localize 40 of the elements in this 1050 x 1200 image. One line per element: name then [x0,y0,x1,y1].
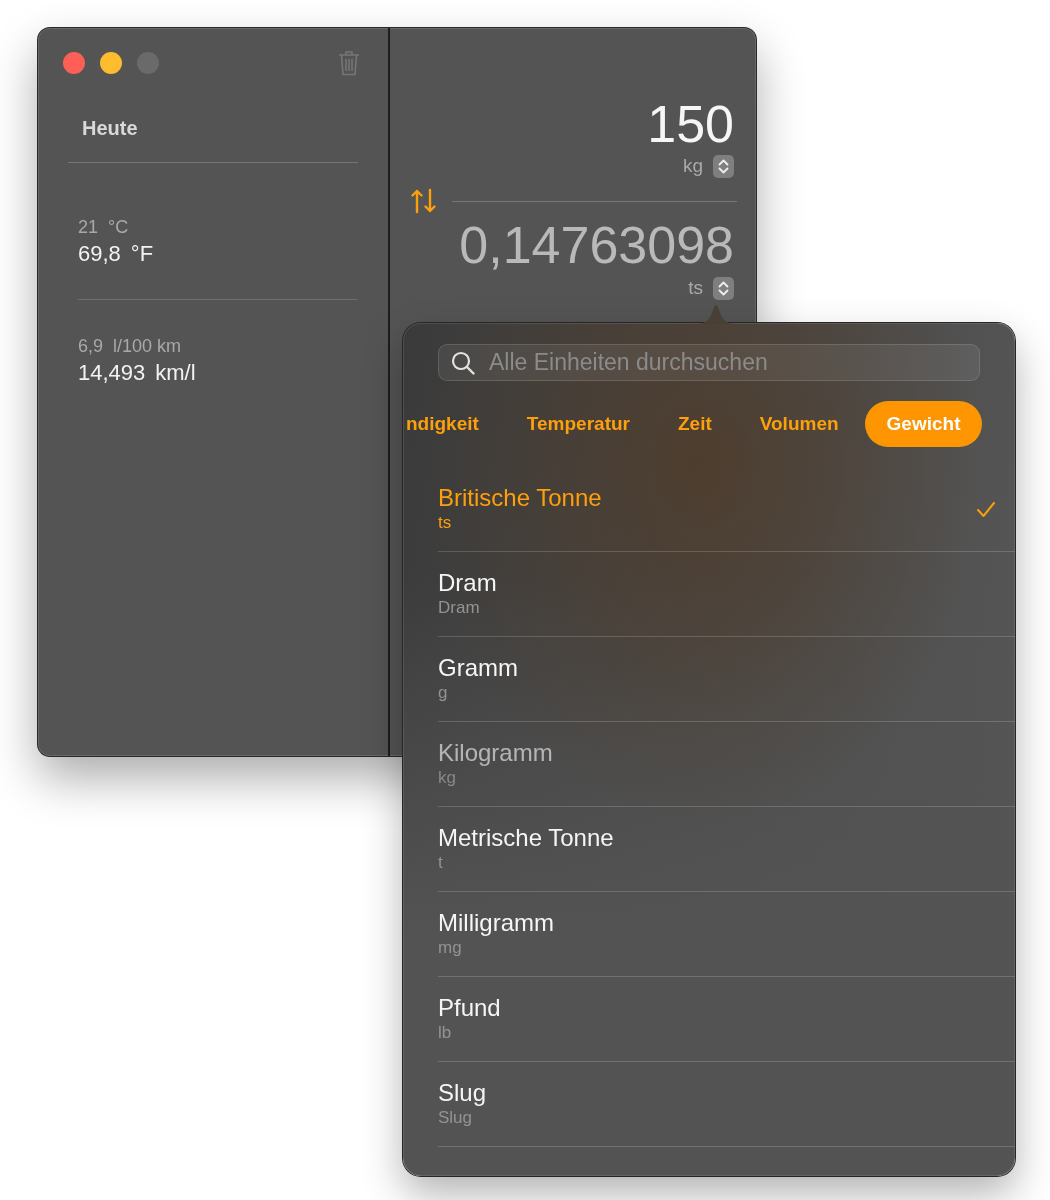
category-tab[interactable]: Zeit [655,401,734,447]
stepper-icon[interactable] [713,154,734,178]
unit-symbol: Slug [438,1107,473,1129]
unit-symbol: t [438,852,443,874]
unit-name[interactable]: Pfund [438,994,501,1022]
unit-symbol: Dram [438,597,480,619]
unit-symbol: lb [438,1022,452,1044]
unit-text: °C [108,216,129,239]
category-tab[interactable]: ndigkeit [403,401,501,447]
unit-name[interactable]: Dram [438,569,497,597]
swap-arrows-icon[interactable] [410,188,438,214]
unit-text: l/100 km [113,335,182,358]
output-value: 0,14763098 [458,215,734,275]
unit-symbol: kg [438,767,456,789]
unit-name[interactable]: Metrische Tonne [438,824,614,852]
checkmark-icon [976,500,996,518]
search-icon [451,351,475,375]
unit-text: °F [130,240,154,268]
unit-symbol: mg [438,937,462,959]
unit-text: ts [688,276,703,300]
category-tab[interactable]: Temperatur [504,401,652,447]
input-value: 150 [646,94,734,154]
category-tab[interactable]: Volumen [737,401,861,447]
unit-symbol: ts [438,512,452,534]
unit-name[interactable]: Slug [438,1079,487,1107]
unit-name[interactable]: Milligramm [438,909,554,937]
value-text: 6,9 [78,335,104,358]
value-text: 14,493 [78,359,146,387]
stepper-icon[interactable] [713,276,734,300]
minimize-button[interactable] [100,52,122,74]
value-text: 21 [78,216,99,239]
unit-text: kg [682,154,703,178]
close-button[interactable] [63,52,85,74]
unit-name[interactable]: Britische Tonne [438,484,602,512]
unit-name[interactable]: Gramm [438,654,518,682]
unit-symbol: g [438,682,448,704]
value-text: 69,8 [78,240,121,268]
unit-text: km/l [155,359,196,387]
section-title: Heute [82,116,138,141]
popover-pointer [698,303,734,324]
